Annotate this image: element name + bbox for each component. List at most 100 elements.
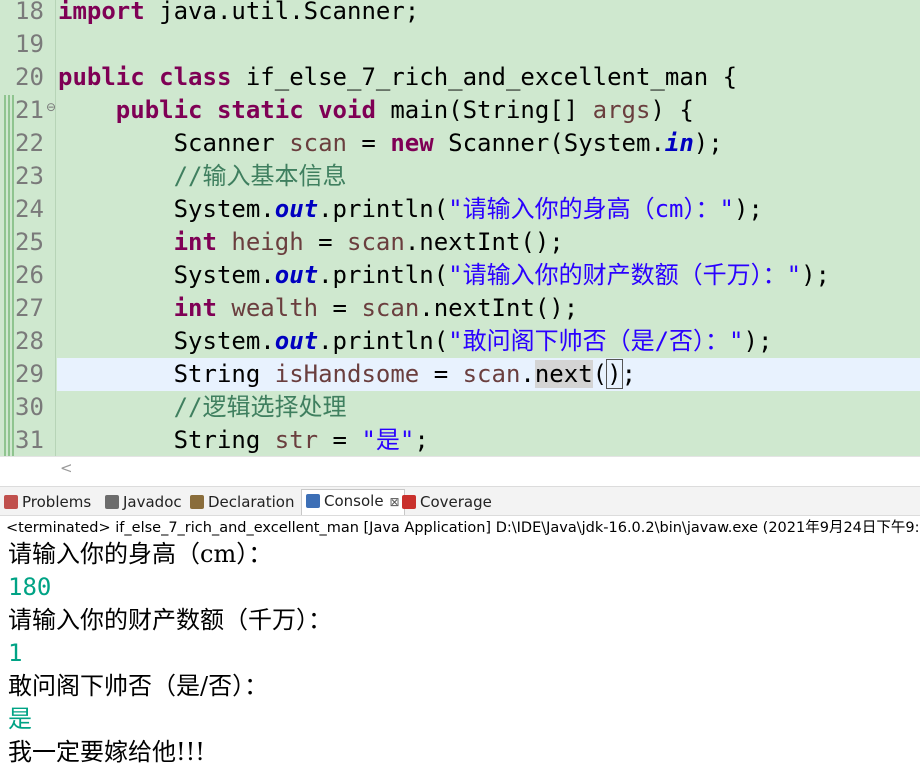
code-token: =: [318, 426, 362, 454]
code-token: String: [58, 360, 275, 388]
code-token: scan: [347, 228, 405, 256]
problems-icon: [4, 495, 18, 509]
code-token: scan: [361, 294, 420, 322]
tab-coverage[interactable]: Coverage: [402, 491, 492, 513]
code-token: out: [274, 261, 319, 289]
code-token: "请输入你的身高（cm）：": [448, 195, 734, 223]
scroll-left-icon[interactable]: <: [60, 459, 73, 477]
code-text: public class if_else_7_rich_and_excellen…: [58, 61, 737, 94]
code-token: );: [733, 195, 763, 223]
code-token: "请输入你的财产数额（千万）：": [448, 261, 802, 289]
code-editor[interactable]: ⊖ 18 import java.util.Scanner; 19 20 public …: [0, 0, 920, 456]
code-line[interactable]: 30 //逻辑选择处理: [0, 391, 920, 424]
line-number: 20: [15, 63, 44, 91]
code-line[interactable]: 20 public class if_else_7_rich_and_excell…: [0, 61, 920, 94]
close-icon[interactable]: ⊠: [390, 495, 400, 509]
tab-console[interactable]: Console ⊠: [301, 489, 405, 515]
code-token: ;: [414, 426, 429, 454]
code-line[interactable]: 29 String isHandsome = scan.next();: [0, 358, 920, 391]
code-token: Scanner(System.: [433, 129, 665, 157]
tab-declaration[interactable]: Declaration: [190, 491, 294, 513]
line-number: 24: [15, 195, 44, 223]
code-text: //输入基本信息: [58, 160, 347, 193]
code-text: String str = "是";: [58, 424, 429, 456]
code-token: (: [592, 360, 608, 388]
code-token: next: [534, 360, 593, 388]
console-input-line: 180: [8, 573, 52, 601]
code-text: System.out.println("敢问阁下帅否（是/否）：");: [58, 325, 773, 358]
code-token: =: [419, 360, 463, 388]
code-line[interactable]: 22 Scanner scan = new Scanner(System.in)…: [0, 127, 920, 160]
code-line[interactable]: 19: [0, 28, 920, 61]
code-line[interactable]: 31 String str = "是";: [0, 424, 920, 456]
code-line[interactable]: 21 public static void main(String[] args…: [0, 94, 920, 127]
console-input-line: 是: [8, 705, 32, 733]
line-number: 29: [15, 360, 44, 388]
code-line[interactable]: 27 int wealth = scan.nextInt();: [0, 292, 920, 325]
coverage-icon: [402, 495, 416, 509]
code-token: //输入基本信息: [173, 162, 347, 190]
code-token: wealth: [231, 294, 319, 322]
code-token: ;: [621, 360, 637, 388]
horizontal-scrollbar[interactable]: <: [0, 456, 920, 481]
code-token: heigh: [231, 228, 304, 256]
code-token: Scanner: [58, 129, 290, 157]
code-token: );: [743, 327, 773, 355]
line-number: 22: [15, 129, 44, 157]
tab-javadoc[interactable]: Javadoc: [105, 491, 182, 513]
tab-problems[interactable]: Problems: [4, 491, 91, 513]
tab-label: Problems: [22, 493, 92, 511]
console-output-line: 敢问阁下帅否（是/否）：: [8, 672, 269, 700]
code-token: .println(: [318, 195, 449, 223]
code-token: .nextInt();: [404, 228, 564, 256]
code-line[interactable]: 18 import java.util.Scanner;: [0, 0, 920, 28]
code-token: in: [664, 129, 694, 157]
code-text: System.out.println("请输入你的身高（cm）：");: [58, 193, 763, 226]
tab-label: Coverage: [420, 493, 492, 511]
tab-label: Console: [324, 492, 384, 510]
console-input-line: 1: [8, 639, 23, 667]
code-text: int wealth = scan.nextInt();: [58, 292, 579, 325]
line-number: 18: [15, 0, 44, 25]
code-line[interactable]: 24 System.out.println("请输入你的身高（cm）：");: [0, 193, 920, 226]
code-token: out: [274, 327, 319, 355]
code-token: out: [274, 195, 319, 223]
code-token: static: [216, 96, 304, 124]
code-token: );: [801, 261, 830, 289]
code-token: public: [58, 63, 145, 91]
code-text: import java.util.Scanner;: [58, 0, 419, 28]
line-number: 28: [15, 327, 44, 355]
console-status-line: <terminated> if_else_7_rich_and_excellen…: [6, 520, 920, 536]
code-line[interactable]: 25 int heigh = scan.nextInt();: [0, 226, 920, 259]
code-token: class: [159, 63, 232, 91]
line-number: 19: [15, 30, 44, 58]
declaration-icon: [190, 495, 204, 509]
code-token: .println(: [318, 261, 449, 289]
line-number: 31: [15, 426, 44, 454]
code-token: =: [318, 294, 362, 322]
code-line[interactable]: 28 System.out.println("敢问阁下帅否（是/否）：");: [0, 325, 920, 358]
code-token: System.: [58, 261, 275, 289]
tab-label: Javadoc: [123, 493, 182, 511]
view-tab-bar: Problems Javadoc Declaration Console ⊠ Covera…: [0, 486, 920, 516]
code-token: isHandsome: [274, 360, 420, 388]
console-output-line: 请输入你的身高（cm）：: [8, 540, 273, 568]
code-line[interactable]: 26 System.out.println("请输入你的财产数额（千万）：");: [0, 259, 920, 292]
code-token: if_else_7_rich_and_excellent_man {: [231, 63, 738, 91]
code-line[interactable]: 23 //输入基本信息: [0, 160, 920, 193]
code-token: String: [58, 426, 275, 454]
code-text: System.out.println("请输入你的财产数额（千万）：");: [58, 259, 830, 292]
line-number: 25: [15, 228, 44, 256]
code-token: System.: [58, 195, 275, 223]
console-output-line: 我一定要嫁给他!!!: [8, 738, 205, 766]
code-token: .println(: [318, 327, 449, 355]
code-token: main(String[]: [375, 96, 593, 124]
